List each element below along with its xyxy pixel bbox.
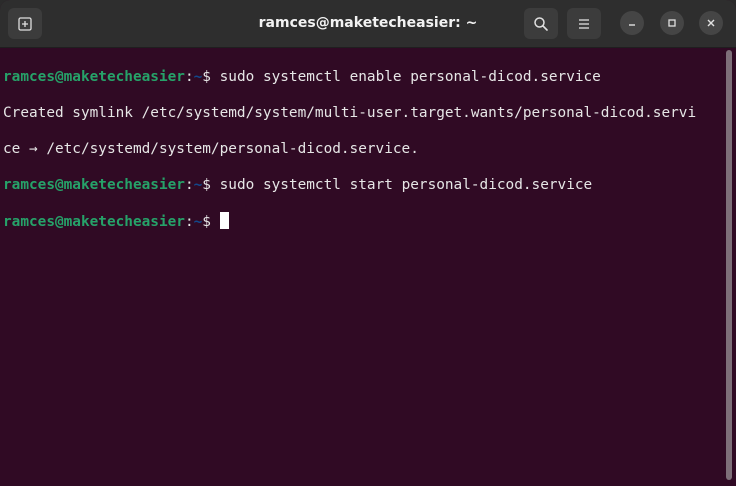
prompt-symbol: $ [202,69,211,85]
new-tab-button[interactable] [8,8,42,39]
prompt-symbol: $ [202,214,211,230]
terminal-output[interactable]: ramces@maketecheasier:~$ sudo systemctl … [0,48,722,486]
command-text: sudo systemctl enable personal-dicod.ser… [210,69,601,85]
prompt-user: ramces@maketecheasier [3,214,185,230]
vertical-scrollbar[interactable] [724,48,734,486]
minimize-icon [629,24,635,26]
menu-button[interactable] [567,8,601,39]
minimize-button[interactable] [620,11,644,35]
terminal-line: ramces@maketecheasier:~$ sudo systemctl … [3,68,722,86]
terminal-line: ce → /etc/systemd/system/personal-dicod.… [3,140,722,158]
prompt-user: ramces@maketecheasier [3,177,185,193]
new-tab-icon [18,16,32,31]
prompt-symbol: $ [202,177,211,193]
terminal-line: ramces@maketecheasier:~$ [3,212,722,230]
prompt-separator: : [184,214,194,230]
prompt-separator: : [184,177,194,193]
output-text: Created symlink /etc/systemd/system/mult… [3,105,697,121]
prompt-path: ~ [193,69,203,85]
prompt-path: ~ [193,177,203,193]
text-cursor [219,212,229,229]
search-icon [534,16,548,31]
search-button[interactable] [524,8,558,39]
terminal-line: ramces@maketecheasier:~$ sudo systemctl … [3,176,722,194]
title-bar[interactable]: ramces@maketecheasier: ~ [0,0,736,48]
terminal-line: Created symlink /etc/systemd/system/mult… [3,104,722,122]
terminal-window: ramces@maketecheasier: ~ ramces@maketech… [0,0,736,486]
close-button[interactable] [699,11,723,35]
prompt-user: ramces@maketecheasier [3,69,185,85]
command-text [211,214,220,230]
command-text: sudo systemctl start personal-dicod.serv… [210,177,593,193]
maximize-icon [668,19,676,27]
prompt-path: ~ [193,214,203,230]
prompt-separator: : [184,69,194,85]
scrollbar-thumb[interactable] [726,50,732,480]
maximize-button[interactable] [660,11,684,35]
output-text: ce → /etc/systemd/system/personal-dicod.… [3,141,419,157]
hamburger-menu-icon [579,18,589,29]
close-icon [707,19,715,27]
